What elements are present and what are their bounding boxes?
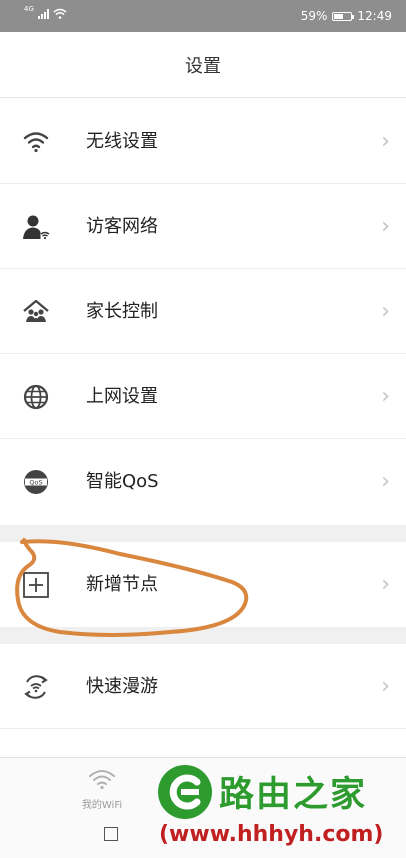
menu-item-smart-qos[interactable]: QoS 智能QoS › (0, 439, 406, 524)
tab-label: 我的WiFi (81, 800, 123, 811)
watermark-logo (158, 765, 212, 819)
qos-icon-text: QoS (29, 478, 42, 486)
chevron-right-icon: › (381, 572, 390, 597)
watermark: 路由之家 (www.hhhyh.com) (155, 758, 406, 858)
menu-item-guest-network[interactable]: 访客网络 › (0, 184, 406, 269)
chevron-right-icon: › (381, 129, 390, 154)
tab-my-wifi[interactable]: 我的WiFi (70, 768, 134, 811)
menu-item-label: 快速漫游 (86, 676, 158, 697)
watermark-title: 路由之家 (219, 775, 368, 815)
annotation-circle (15, 538, 249, 637)
wifi-icon (89, 770, 115, 790)
menu-item-label: 上网设置 (86, 386, 158, 407)
chevron-right-icon: › (381, 214, 390, 239)
settings-list-roaming: 快速漫游 › (0, 644, 406, 729)
chevron-right-icon: › (381, 674, 390, 699)
parental-control-icon (23, 299, 49, 322)
settings-list: 无线设置 › 访客网络 › 家长控制 › 上网设置 › QoS 智能QoS › (0, 99, 406, 524)
network-type: 4G (24, 5, 34, 13)
status-icons-right: 59% 12:49 (301, 9, 392, 23)
recent-apps-button[interactable] (104, 827, 118, 841)
battery-icon (332, 11, 355, 21)
menu-item-label: 家长控制 (86, 301, 158, 322)
menu-item-label: 智能QoS (86, 471, 159, 492)
battery-percent: 59% (300, 9, 328, 23)
wifi-icon (23, 132, 49, 153)
menu-item-wireless-settings[interactable]: 无线设置 › (0, 99, 406, 184)
menu-item-label: 访客网络 (86, 216, 158, 237)
chevron-right-icon: › (381, 384, 390, 409)
menu-item-internet-settings[interactable]: 上网设置 › (0, 354, 406, 439)
menu-item-fast-roaming[interactable]: 快速漫游 › (0, 644, 406, 729)
status-bar: 4G 59% 12:49 (0, 0, 406, 32)
signal-icon (37, 8, 49, 19)
menu-item-parental-control[interactable]: 家长控制 › (0, 269, 406, 354)
globe-icon (23, 384, 49, 410)
wifi-status-icon (53, 8, 67, 19)
guest-user-icon (23, 215, 50, 240)
watermark-url: (www.hhhyh.com) (159, 822, 384, 847)
chevron-right-icon: › (381, 299, 390, 324)
chevron-right-icon: › (381, 469, 390, 494)
status-icons-left: 4G (24, 5, 67, 19)
battery-level-fill (334, 13, 344, 19)
fast-roaming-icon (24, 675, 48, 699)
page-title: 设置 (0, 32, 406, 98)
qos-icon: QoS (24, 470, 48, 494)
menu-item-label: 无线设置 (86, 131, 158, 152)
clock: 12:49 (357, 9, 392, 23)
